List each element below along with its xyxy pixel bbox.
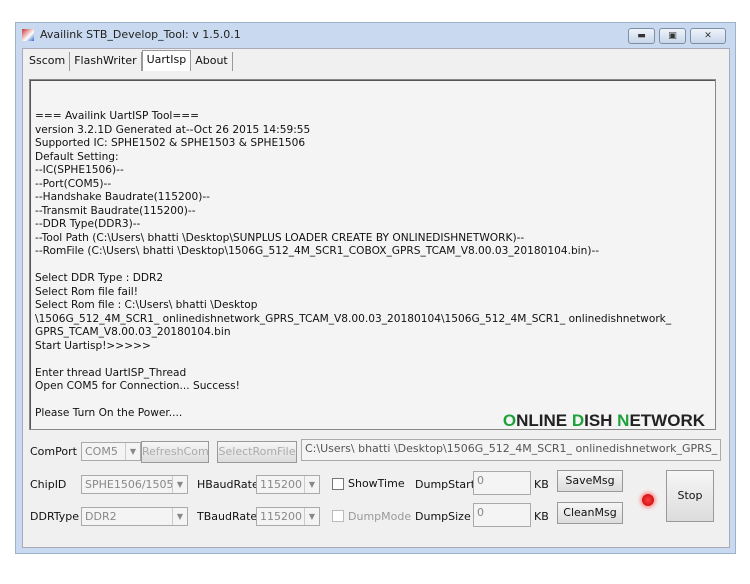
log-output[interactable]: === Availink UartISP Tool=== version 3.2.… bbox=[29, 79, 716, 430]
chevron-down-icon: ▼ bbox=[304, 508, 319, 525]
tab-bar: Sscom FlashWriter UartIsp About bbox=[25, 50, 233, 71]
title-bar: Availink STB_Develop_Tool: v 1.5.0.1 ▬ ▣… bbox=[16, 23, 735, 47]
chevron-down-icon: ▼ bbox=[125, 443, 140, 460]
hbaudrate-select[interactable]: 115200 ▼ bbox=[256, 475, 320, 494]
log-line: Enter thread UartISP_Thread bbox=[35, 366, 187, 379]
client-area: Sscom FlashWriter UartIsp About === Avai… bbox=[22, 48, 730, 548]
chevron-down-icon: ▼ bbox=[304, 476, 319, 493]
log-line: --RomFile (C:\Users\ bhatti \Desktop\150… bbox=[35, 245, 600, 257]
chevron-down-icon: ▼ bbox=[172, 508, 187, 525]
chevron-down-icon: ▼ bbox=[172, 476, 187, 493]
stop-button[interactable]: Stop bbox=[666, 470, 714, 522]
showtime-label: ShowTime bbox=[348, 477, 405, 490]
ddrtype-label: DDRType bbox=[30, 510, 80, 523]
status-led-icon bbox=[642, 494, 654, 506]
close-button[interactable]: ✕ bbox=[690, 28, 726, 44]
log-line: === Availink UartISP Tool=== bbox=[35, 110, 199, 122]
log-line: Start Uartisp!>>>>> bbox=[35, 339, 151, 352]
tab-flashwriter[interactable]: FlashWriter bbox=[70, 52, 142, 71]
tbaudrate-label: TBaudRate bbox=[197, 510, 258, 523]
log-line: --DDR Type(DDR3)-- bbox=[35, 218, 141, 230]
save-msg-button[interactable]: SaveMsg bbox=[557, 470, 623, 492]
minimize-button[interactable]: ▬ bbox=[628, 28, 655, 44]
comport-select[interactable]: COM5 ▼ bbox=[81, 442, 141, 461]
watermark-logo: ONLINE DISH NETWORK bbox=[502, 410, 705, 430]
log-line: Select Rom file : C:\Users\ bhatti \Desk… bbox=[35, 299, 258, 311]
dumpmode-checkbox[interactable] bbox=[332, 510, 344, 522]
dumpmode-label: DumpMode bbox=[348, 510, 412, 523]
log-line: Select Rom file fail! bbox=[35, 285, 138, 298]
select-rom-file-button[interactable]: SelectRomFile bbox=[217, 441, 297, 463]
rom-path-field[interactable]: C:\Users\ bhatti \Desktop\1506G_512_4M_S… bbox=[301, 439, 721, 461]
tab-about[interactable]: About bbox=[191, 52, 233, 71]
log-line: Open COM5 for Connection... Success! bbox=[35, 380, 240, 392]
chipid-label: ChipID bbox=[30, 478, 67, 491]
log-line: --IC(SPHE1506)-- bbox=[35, 164, 124, 176]
hbaudrate-label: HBaudRate bbox=[197, 478, 259, 491]
refresh-com-button[interactable]: RefreshCom bbox=[141, 441, 209, 463]
dumpsize-kb-label: KB bbox=[534, 510, 549, 523]
log-line: --Port(COM5)-- bbox=[35, 177, 112, 190]
log-line: Select DDR Type : DDR2 bbox=[35, 272, 164, 284]
tbaudrate-select[interactable]: 115200 ▼ bbox=[256, 507, 320, 526]
log-line: --Handshake Baudrate(115200)-- bbox=[35, 191, 210, 203]
control-panel: ComPort COM5 ▼ RefreshCom SelectRomFile C… bbox=[23, 433, 729, 547]
tab-uartisp[interactable]: UartIsp bbox=[141, 50, 192, 71]
tab-sscom[interactable]: Sscom bbox=[25, 52, 71, 71]
dumpstart-input[interactable]: 0 bbox=[473, 471, 531, 495]
window-title: Availink STB_Develop_Tool: v 1.5.0.1 bbox=[40, 28, 241, 41]
log-line: \1506G_512_4M_SCR1_ onlinedishnetwork_GP… bbox=[35, 312, 672, 325]
log-line: version 3.2.1D Generated at--Oct 26 2015… bbox=[35, 123, 311, 136]
log-line: Default Setting: bbox=[35, 150, 119, 163]
dumpsize-input[interactable]: 0 bbox=[473, 503, 531, 527]
log-line: Supported IC: SPHE1502 & SPHE1503 & SPHE… bbox=[35, 137, 306, 149]
log-line: --Tool Path (C:\Users\ bhatti \Desktop\S… bbox=[35, 231, 525, 244]
maximize-button[interactable]: ▣ bbox=[659, 28, 686, 44]
log-line: GPRS_TCAM_V8.00.03_20180104.bin bbox=[35, 326, 231, 338]
log-line: --Transmit Baudrate(115200)-- bbox=[35, 204, 196, 217]
clean-msg-button[interactable]: CleanMsg bbox=[557, 502, 623, 524]
dumpstart-label: DumpStart bbox=[415, 478, 476, 491]
app-window: Availink STB_Develop_Tool: v 1.5.0.1 ▬ ▣… bbox=[15, 22, 736, 554]
chipid-select[interactable]: SPHE1506/1505 ▼ bbox=[81, 475, 188, 494]
dumpsize-label: DumpSize bbox=[415, 510, 471, 523]
showtime-checkbox[interactable] bbox=[332, 478, 344, 490]
dumpstart-kb-label: KB bbox=[534, 478, 549, 491]
app-icon bbox=[22, 29, 34, 41]
ddrtype-select[interactable]: DDR2 ▼ bbox=[81, 507, 188, 526]
comport-label: ComPort bbox=[30, 445, 77, 458]
